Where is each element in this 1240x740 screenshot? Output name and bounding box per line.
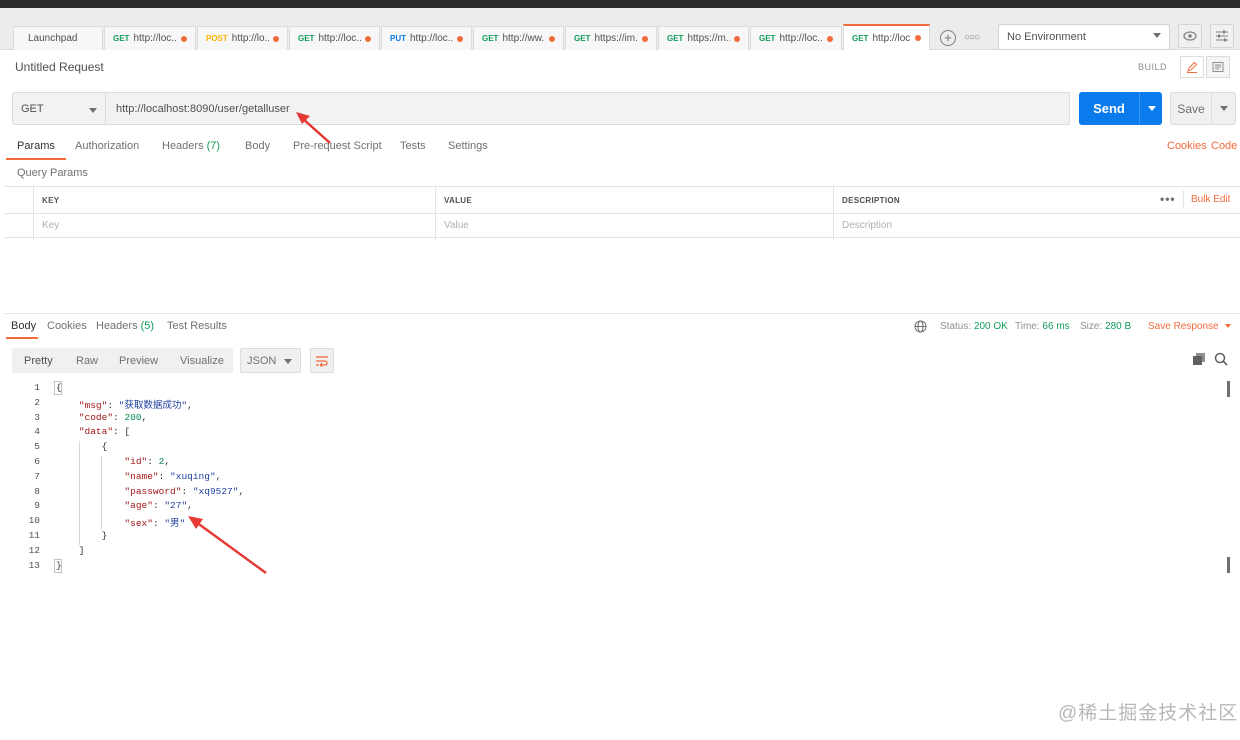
annotation-arrow	[301, 117, 331, 144]
annotation-arrows	[188, 112, 331, 575]
arrow-head-icon	[188, 516, 203, 529]
annotation-arrow	[195, 520, 267, 575]
watermark: @稀土掘金技术社区	[1058, 703, 1239, 724]
